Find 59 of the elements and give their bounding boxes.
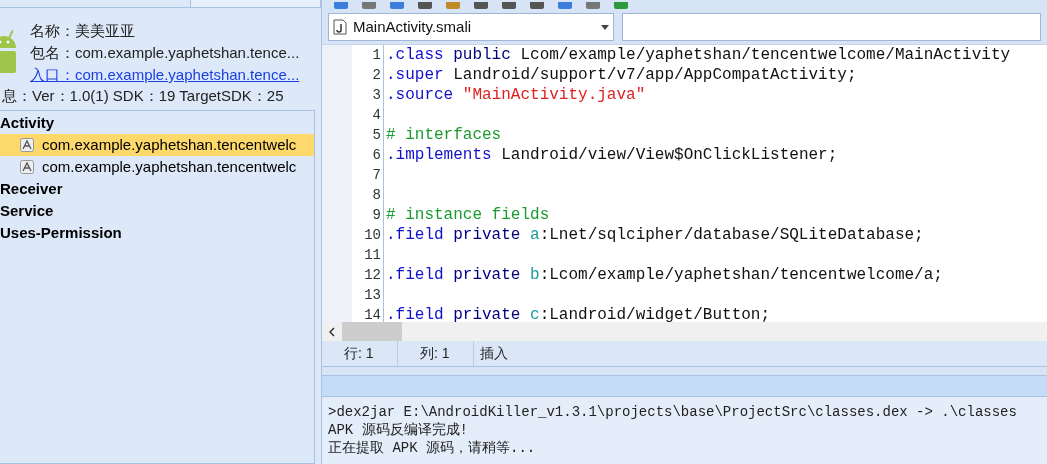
tree-category[interactable]: Activity [0, 112, 314, 134]
code-line: # instance fields [386, 205, 551, 225]
code-line: .implements Landroid/view/View$OnClickListener; [386, 145, 839, 165]
line-number: 4 [371, 106, 381, 125]
scrollbar-thumb[interactable] [342, 322, 402, 341]
line-number: 6 [371, 146, 381, 165]
toolbar-icon[interactable] [388, 2, 406, 10]
code-line: # interfaces [386, 125, 503, 145]
code-line: .field private b:Lcom/example/yaphetshan/tencentwelcome/a; [386, 265, 944, 285]
code-line: .field private a:Lnet/sqlcipher/database/SQLiteDatabase; [386, 225, 925, 245]
file-dropdown[interactable]: MainActivity.smali [328, 13, 614, 41]
field-label: 包名： [30, 43, 75, 63]
code-line: .source "MainActivity.java" [386, 85, 647, 105]
entry-link[interactable]: 入口：com.example.yaphetshan.tence... [30, 64, 300, 86]
dropdown-arrow-icon [601, 24, 609, 30]
toolbar-icon[interactable] [360, 2, 378, 10]
line-number: 12 [363, 266, 381, 285]
console-line: >dex2jar E:\AndroidKiller_v1.3.1\projects\base\ProjectSrc\classes.dex -> .\classes [328, 403, 1018, 421]
toolbar-icon[interactable] [500, 2, 518, 10]
line-number: 9 [371, 206, 381, 225]
code-line: .super Landroid/support/v7/app/AppCompatActivity; [386, 65, 858, 85]
code-line: .class public Lcom/example/yaphetshan/tencentwelcome/MainActivity [386, 45, 1012, 65]
file-name: MainActivity.smali [353, 16, 473, 37]
console-line: APK 源码反编译完成! [328, 421, 469, 439]
line-number: 2 [371, 66, 381, 85]
file-icon [333, 19, 347, 35]
tree-category[interactable]: Service [0, 200, 314, 222]
field-label: 名称： [30, 21, 75, 41]
package-name: com.example.yaphetshan.tence... [75, 43, 300, 63]
class-icon [20, 138, 34, 152]
tree-item[interactable]: com.example.yaphetshan.tencentwelc [0, 134, 314, 156]
line-number: 11 [363, 246, 381, 265]
console-line: 正在提取 APK 源码，请稍等... [328, 439, 537, 457]
version-info: 息：Ver：1.0(1) SDK：19 TargetSDK：25 [2, 86, 285, 106]
line-number: 1 [371, 46, 381, 65]
toolbar-icon[interactable] [416, 2, 434, 10]
tree-category[interactable]: Uses-Permission [0, 222, 314, 244]
status-text: 列: 1 [420, 344, 450, 363]
toolbar-icon[interactable] [332, 2, 350, 10]
status-text: 插入 [480, 344, 508, 363]
line-number: 8 [371, 186, 381, 205]
line-number: 3 [371, 86, 381, 105]
toolbar-icon[interactable] [584, 2, 602, 10]
app-name: 美美亚亚 [75, 21, 135, 41]
toolbar-icon[interactable] [612, 2, 630, 10]
toolbar-icon[interactable] [528, 2, 546, 10]
toolbar-icon[interactable] [556, 2, 574, 10]
search-field[interactable] [622, 13, 1041, 41]
line-number: 13 [363, 286, 381, 305]
status-text: 行: 1 [344, 344, 374, 363]
line-number: 10 [363, 226, 381, 245]
class-icon [20, 160, 34, 174]
toolbar-icon[interactable] [472, 2, 490, 10]
tree-category[interactable]: Receiver [0, 178, 314, 200]
line-number: 5 [371, 126, 381, 145]
line-number: 14 [363, 306, 381, 322]
tree-item[interactable]: com.example.yaphetshan.tencentwelc [0, 156, 314, 178]
line-number: 7 [371, 166, 381, 185]
code-line: .field private c:Landroid/widget/Button; [386, 305, 772, 322]
